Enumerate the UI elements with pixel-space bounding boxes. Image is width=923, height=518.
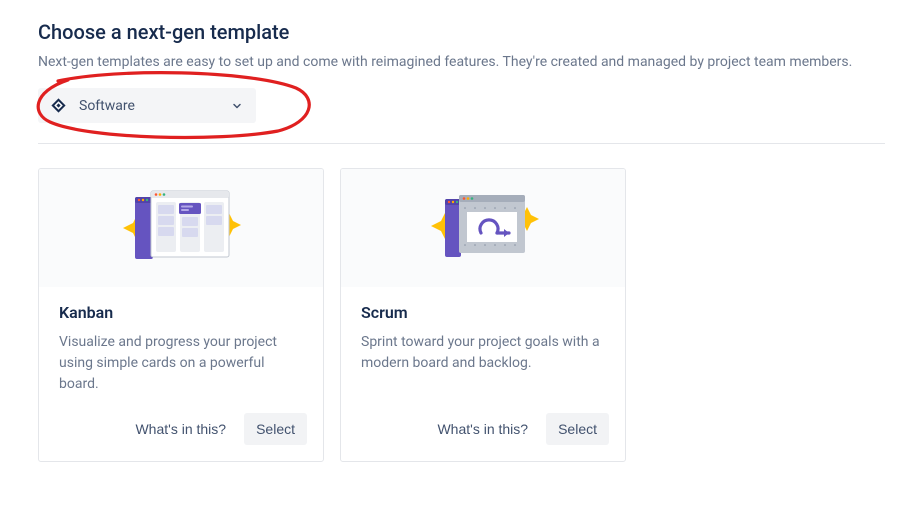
select-button[interactable]: Select: [546, 413, 609, 445]
category-dropdown[interactable]: Software: [38, 88, 256, 123]
template-title: Kanban: [59, 303, 303, 322]
divider: [38, 143, 885, 144]
template-card-scrum: Scrum Sprint toward your project goals w…: [340, 168, 626, 462]
template-card-kanban: Kanban Visualize and progress your proje…: [38, 168, 324, 462]
chevron-down-icon: [230, 99, 244, 113]
select-button[interactable]: Select: [244, 413, 307, 445]
template-list: Kanban Visualize and progress your proje…: [38, 168, 885, 462]
template-description: Sprint toward your project goals with a …: [361, 332, 605, 374]
page-subtitle: Next-gen templates are easy to set up an…: [38, 54, 885, 70]
category-dropdown-label: Software: [79, 98, 230, 114]
software-diamond-icon: [50, 97, 67, 114]
page-title: Choose a next-gen template: [38, 20, 885, 44]
template-illustration-kanban: [39, 169, 323, 287]
template-illustration-scrum: [341, 169, 625, 287]
whats-in-this-button[interactable]: What's in this?: [125, 413, 236, 445]
template-title: Scrum: [361, 303, 605, 322]
whats-in-this-button[interactable]: What's in this?: [427, 413, 538, 445]
template-description: Visualize and progress your project usin…: [59, 332, 303, 395]
